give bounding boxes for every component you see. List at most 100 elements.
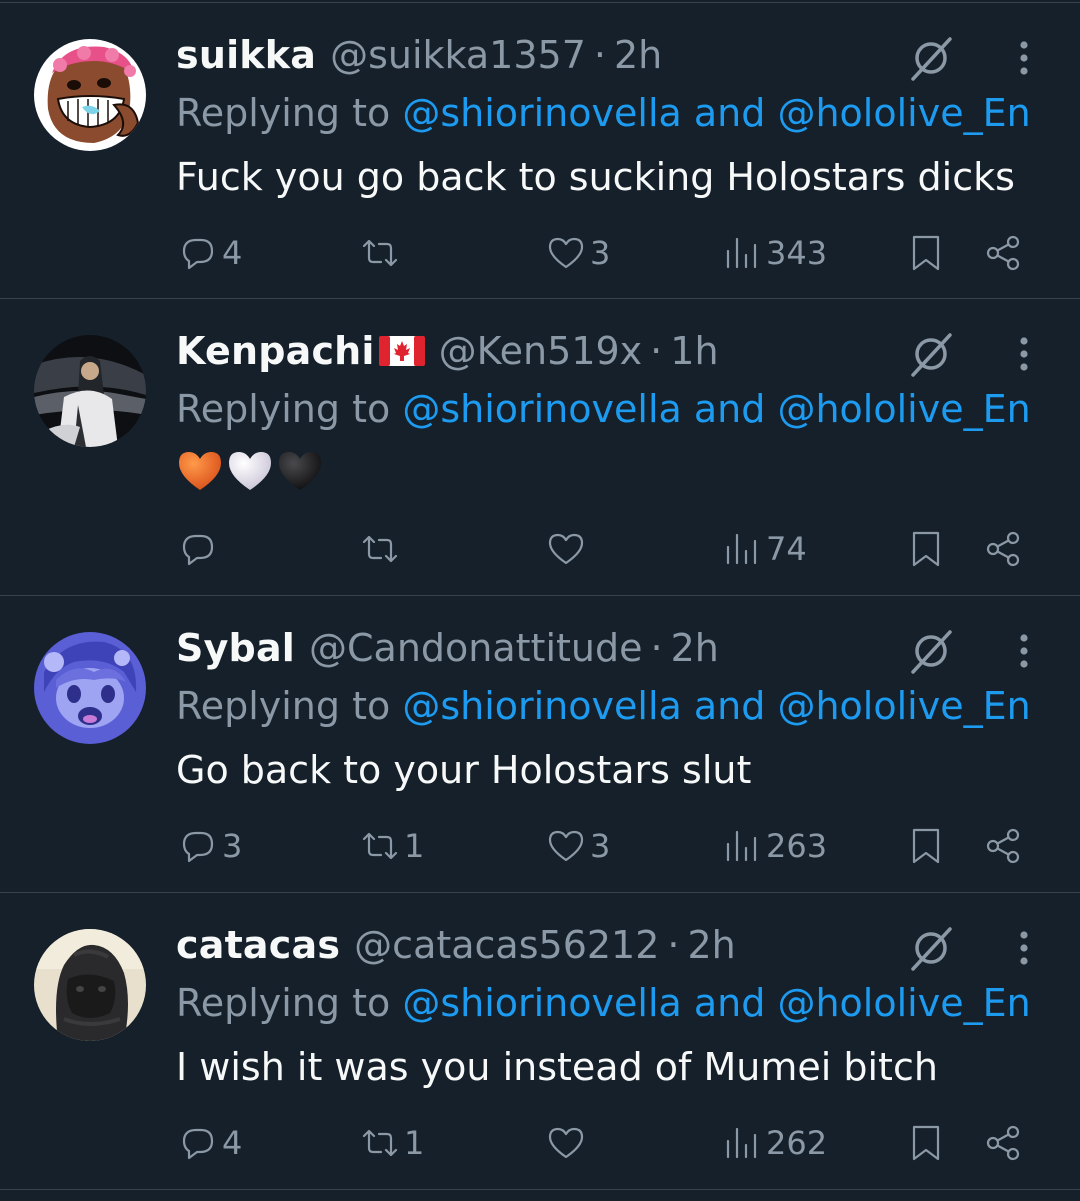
timestamp[interactable]: 2h — [671, 624, 719, 672]
timestamp[interactable]: 2h — [688, 921, 736, 969]
more-options-icon[interactable] — [1004, 626, 1044, 676]
reply-button[interactable]: 3 — [176, 818, 242, 874]
share-button[interactable] — [982, 1115, 1026, 1171]
user-handle[interactable]: @Candonattitude — [309, 624, 642, 672]
reply-icon — [182, 1128, 214, 1160]
timestamp[interactable]: 1h — [670, 327, 718, 375]
replying-prefix: Replying to — [176, 91, 403, 135]
avatar[interactable] — [34, 929, 146, 1041]
like-button[interactable] — [544, 1115, 590, 1171]
repost-count: 1 — [404, 827, 425, 865]
mention-link[interactable]: @hololive_En — [777, 387, 1030, 431]
share-icon — [986, 828, 1020, 864]
heart-icon — [548, 533, 584, 565]
timestamp[interactable]: 2h — [614, 31, 662, 79]
views-button[interactable]: 74 — [720, 521, 807, 577]
mention-link[interactable]: @shiorinovella — [402, 387, 681, 431]
mention-link[interactable]: @hololive_En — [777, 91, 1030, 135]
more-options-icon[interactable] — [1004, 33, 1044, 83]
bookmark-button[interactable] — [904, 1115, 948, 1171]
reply-button[interactable]: 4 — [176, 225, 242, 281]
canada-flag-icon — [378, 336, 425, 366]
like-count: 3 — [590, 234, 611, 272]
reply-count: 4 — [222, 234, 243, 272]
views-button[interactable]: 263 — [720, 818, 827, 874]
replying-to: Replying to @shiorinovella and @hololive… — [176, 89, 1031, 137]
repost-icon — [362, 239, 398, 267]
display-name[interactable]: catacas — [176, 921, 340, 969]
orange-heart-icon — [179, 452, 221, 490]
black-heart-icon — [279, 452, 321, 490]
mention-link[interactable]: @shiorinovella — [402, 91, 681, 135]
more-options-icon[interactable] — [1004, 923, 1044, 973]
user-handle[interactable]: @catacas56212 — [354, 921, 659, 969]
tweet[interactable]: Kenpachi @Ken519x · 1h Replying to @shio… — [0, 299, 1080, 596]
mention-joiner: and — [681, 981, 778, 1025]
mention-joiner: and — [681, 91, 778, 135]
bookmark-button[interactable] — [904, 818, 948, 874]
views-button[interactable]: 343 — [720, 225, 827, 281]
gorilla-avatar-icon — [34, 929, 146, 1041]
cartoon-face-avatar-icon — [34, 39, 146, 151]
avatar[interactable] — [34, 39, 146, 151]
views-chart-icon — [726, 533, 757, 565]
views-chart-icon — [726, 830, 757, 862]
like-count: 3 — [590, 827, 611, 865]
repost-button[interactable]: 1 — [358, 818, 424, 874]
reply-button[interactable]: 4 — [176, 1115, 242, 1171]
views-button[interactable]: 262 — [720, 1115, 827, 1171]
bookmark-button[interactable] — [904, 225, 948, 281]
grok-icon[interactable] — [906, 626, 956, 676]
bookmark-icon — [912, 1125, 940, 1161]
repost-button[interactable] — [358, 521, 404, 577]
user-handle[interactable]: @suikka1357 — [330, 31, 586, 79]
display-name[interactable]: Sybal — [176, 624, 295, 672]
grok-icon[interactable] — [906, 923, 956, 973]
mention-link[interactable]: @hololive_En — [777, 684, 1030, 728]
share-icon — [986, 235, 1020, 271]
bookmark-button[interactable] — [904, 521, 948, 577]
share-button[interactable] — [982, 521, 1026, 577]
display-name[interactable]: suikka — [176, 31, 316, 79]
separator: · — [667, 923, 680, 967]
repost-button[interactable]: 1 — [358, 1115, 424, 1171]
replying-to: Replying to @shiorinovella and @hololive… — [176, 682, 1031, 730]
mention-link[interactable]: @shiorinovella — [402, 981, 681, 1025]
replying-prefix: Replying to — [176, 981, 403, 1025]
tweet-header: Kenpachi @Ken519x · 1h — [176, 327, 719, 375]
tweet-actions: 4 3 343 — [0, 225, 1080, 281]
tweet-emoji-text — [176, 447, 324, 495]
repost-count: 1 — [404, 1124, 425, 1162]
tweet-actions: 4 1 262 — [0, 1115, 1080, 1171]
like-button[interactable]: 3 — [544, 225, 610, 281]
avatar[interactable] — [34, 632, 146, 744]
mention-link[interactable]: @shiorinovella — [402, 684, 681, 728]
tweet-header: Sybal @Candonattitude · 2h — [176, 624, 719, 672]
share-button[interactable] — [982, 818, 1026, 874]
user-handle[interactable]: @Ken519x — [439, 327, 643, 375]
repost-icon — [362, 535, 398, 563]
tweet-text: I wish it was you instead of Mumei bitch — [176, 1045, 938, 1089]
like-button[interactable]: 3 — [544, 818, 610, 874]
view-count: 74 — [766, 530, 807, 568]
view-count: 262 — [766, 1124, 828, 1162]
separator: · — [650, 626, 663, 670]
share-button[interactable] — [982, 225, 1026, 281]
repost-button[interactable] — [358, 225, 404, 281]
more-options-icon[interactable] — [1004, 329, 1044, 379]
mention-link[interactable]: @hololive_En — [777, 981, 1030, 1025]
reply-button[interactable] — [176, 521, 222, 577]
avatar[interactable] — [34, 335, 146, 447]
grok-icon[interactable] — [906, 329, 956, 379]
view-count: 343 — [766, 234, 828, 272]
like-button[interactable] — [544, 521, 590, 577]
reply-icon — [182, 238, 214, 270]
reply-count: 4 — [222, 1124, 243, 1162]
reply-feed: suikka @suikka1357 · 2h Replying to @shi… — [0, 0, 1080, 1201]
heart-icon — [548, 237, 584, 269]
grok-icon[interactable] — [906, 33, 956, 83]
display-name[interactable]: Kenpachi — [176, 327, 375, 375]
tweet[interactable]: suikka @suikka1357 · 2h Replying to @shi… — [0, 2, 1080, 299]
tweet[interactable]: catacas @catacas56212 · 2h Replying to @… — [0, 893, 1080, 1190]
tweet[interactable]: Sybal @Candonattitude · 2h Replying to @… — [0, 596, 1080, 893]
